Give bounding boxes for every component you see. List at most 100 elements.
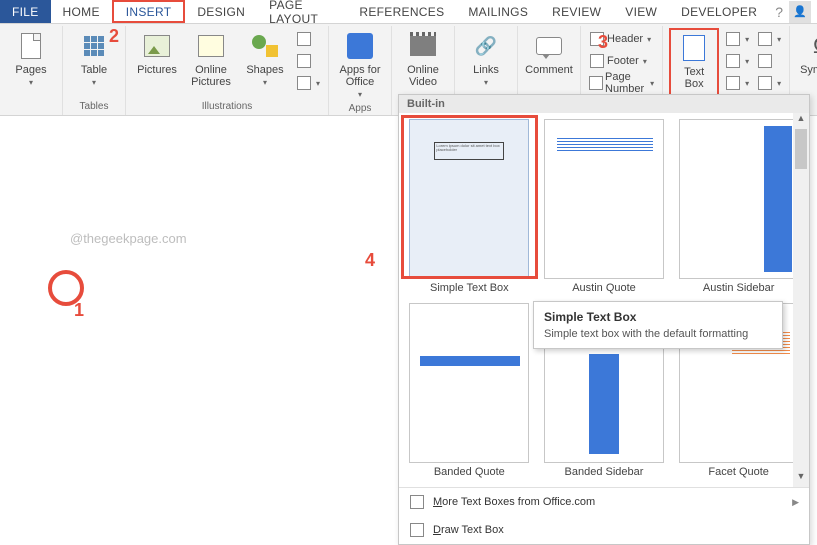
pictures-icon: [141, 30, 173, 62]
tab-page-layout[interactable]: PAGE LAYOUT: [257, 0, 347, 23]
date-time-button[interactable]: [755, 50, 783, 72]
caret-icon: ▾: [647, 35, 651, 44]
scroll-up-icon[interactable]: ▲: [793, 113, 809, 129]
tab-developer[interactable]: DEVELOPER: [669, 0, 769, 23]
chart-button[interactable]: [294, 50, 322, 72]
online-pictures-icon: [195, 30, 227, 62]
gallery-item-banded-quote[interactable]: Banded Quote: [405, 303, 534, 481]
object-icon: [757, 75, 773, 91]
caret-icon: ▾: [650, 79, 654, 88]
screenshot-icon: [296, 75, 312, 91]
wordart-icon: [725, 53, 741, 69]
page-number-label: Page Number: [605, 71, 646, 95]
gallery-item-austin-sidebar[interactable]: Austin Sidebar: [674, 119, 803, 297]
drop-cap-button[interactable]: ▾: [723, 72, 751, 94]
tab-mailings[interactable]: MAILINGS: [456, 0, 540, 23]
tooltip-body: Simple text box with the default formatt…: [544, 328, 772, 340]
date-time-icon: [757, 53, 773, 69]
gallery-caption: Banded Sidebar: [565, 463, 644, 481]
caret-icon: ▾: [745, 35, 749, 44]
caret-icon: ▾: [745, 79, 749, 88]
caret-icon: ▾: [745, 57, 749, 66]
scroll-thumb[interactable]: [795, 129, 807, 169]
screenshot-button[interactable]: ▾: [294, 72, 322, 94]
submenu-arrow-icon: ▶: [792, 497, 799, 508]
footer-icon: [589, 53, 605, 69]
callout-1: 1: [74, 300, 84, 321]
online-pictures-button[interactable]: Online Pictures: [186, 28, 236, 90]
caret-icon: ▾: [358, 90, 362, 99]
caret-icon: ▾: [263, 78, 267, 87]
pages-button[interactable]: Pages ▾: [6, 28, 56, 89]
link-icon: 🔗: [470, 30, 502, 62]
user-avatar-icon[interactable]: 👤: [789, 1, 811, 23]
gallery-caption: Banded Quote: [434, 463, 505, 481]
gallery-item-austin-quote[interactable]: Austin Quote: [540, 119, 669, 297]
callout-2: 2: [109, 26, 119, 47]
online-video-button[interactable]: Online Video: [398, 28, 448, 90]
tooltip: Simple Text Box Simple text box with the…: [533, 301, 783, 349]
footer-button[interactable]: Footer ▾: [587, 50, 656, 72]
quick-parts-icon: [725, 31, 741, 47]
gallery-caption: Simple Text Box: [430, 279, 509, 297]
watermark-text: @thegeekpage.com: [70, 231, 187, 246]
footer-label: Footer: [607, 55, 639, 67]
tooltip-title: Simple Text Box: [544, 310, 772, 324]
video-icon: [407, 30, 439, 62]
smartart-button[interactable]: [294, 28, 322, 50]
caret-icon: ▾: [777, 79, 781, 88]
caret-icon: ▾: [316, 79, 320, 88]
text-box-label: Text Box: [673, 66, 715, 90]
page-number-button[interactable]: Page Number ▾: [587, 72, 656, 94]
caret-icon: ▾: [643, 57, 647, 66]
comment-button[interactable]: Comment: [524, 28, 574, 78]
tab-review[interactable]: REVIEW: [540, 0, 613, 23]
tab-design[interactable]: DESIGN: [185, 0, 257, 23]
draw-text-box-button[interactable]: Draw Text Box: [399, 516, 809, 544]
pages-icon: [15, 30, 47, 62]
pages-label: Pages: [15, 64, 46, 76]
caret-icon: ▾: [29, 78, 33, 87]
thumb-austin-sidebar: [679, 119, 799, 279]
signature-line-button[interactable]: ▾: [755, 28, 783, 50]
page-number-icon: [589, 75, 603, 91]
more-text-boxes-button[interactable]: More Text Boxes from Office.com ▶: [399, 488, 809, 516]
group-illustrations-label: Illustrations: [132, 99, 322, 114]
online-video-label: Online Video: [400, 64, 446, 88]
apps-button[interactable]: Apps for Office ▾: [335, 28, 385, 101]
comment-icon: [533, 30, 565, 62]
chart-icon: [296, 53, 312, 69]
wordart-button[interactable]: ▾: [723, 50, 751, 72]
tab-home[interactable]: HOME: [51, 0, 112, 23]
thumb-austin-quote: [544, 119, 664, 279]
symbol-icon: Ω: [805, 30, 817, 62]
text-box-gallery: Built-in Lorem ipsum dolor sit amet text…: [398, 94, 810, 545]
table-icon: [78, 30, 110, 62]
apps-icon: [344, 30, 376, 62]
tab-file[interactable]: FILE: [0, 0, 51, 23]
office-icon: [409, 494, 425, 510]
links-button[interactable]: 🔗 Links ▾: [461, 28, 511, 89]
pictures-button[interactable]: Pictures: [132, 28, 182, 78]
object-button[interactable]: ▾: [755, 72, 783, 94]
apps-label: Apps for Office: [337, 64, 383, 88]
gallery-caption: Austin Sidebar: [703, 279, 775, 297]
quick-parts-button[interactable]: ▾: [723, 28, 751, 50]
shapes-button[interactable]: Shapes ▾: [240, 28, 290, 89]
thumb-simple-text-box: Lorem ipsum dolor sit amet text box plac…: [409, 119, 529, 279]
gallery-scrollbar[interactable]: ▲ ▼: [793, 113, 809, 487]
gallery-item-simple-text-box[interactable]: Lorem ipsum dolor sit amet text box plac…: [405, 119, 534, 297]
tab-insert[interactable]: INSERT: [112, 0, 186, 23]
tab-view[interactable]: VIEW: [613, 0, 669, 23]
gallery-caption: Facet Quote: [708, 463, 769, 481]
smartart-icon: [296, 31, 312, 47]
symbols-button[interactable]: Ω Symbols ▾: [796, 28, 817, 89]
scroll-down-icon[interactable]: ▼: [793, 471, 809, 487]
gallery-section-header: Built-in: [399, 95, 809, 113]
shapes-label: Shapes: [246, 64, 283, 76]
pictures-label: Pictures: [137, 64, 177, 76]
tab-references[interactable]: REFERENCES: [347, 0, 456, 23]
table-label: Table: [81, 64, 107, 76]
links-label: Links: [473, 64, 499, 76]
help-icon[interactable]: ?: [775, 4, 783, 20]
